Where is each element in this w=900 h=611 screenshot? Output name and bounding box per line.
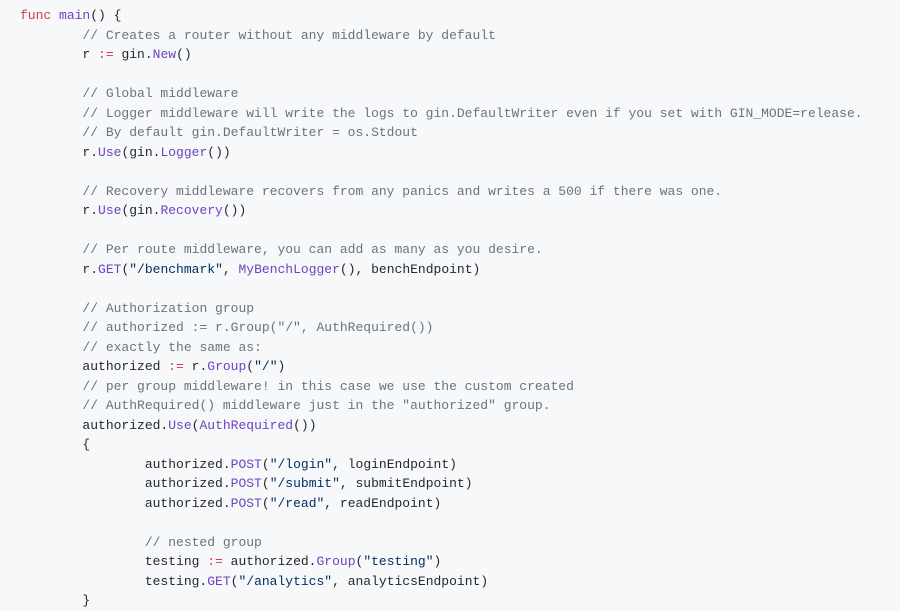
comment: // Authorization group	[82, 301, 254, 316]
code-text: , analyticsEndpoint)	[332, 574, 488, 589]
string: "/benchmark"	[129, 262, 223, 277]
code-text: ())	[207, 145, 230, 160]
comment: // By default gin.DefaultWriter = os.Std…	[82, 125, 417, 140]
fn-mybenchlogger: MyBenchLogger	[238, 262, 339, 277]
fn-logger: Logger	[160, 145, 207, 160]
comment: // per group middleware! in this case we…	[82, 379, 573, 394]
fn-use: Use	[98, 145, 121, 160]
fn-post: POST	[231, 496, 262, 511]
comment: // Logger middleware will write the logs…	[82, 106, 862, 121]
fn-use: Use	[98, 203, 121, 218]
code-text: )	[434, 554, 442, 569]
code-text: r.	[82, 262, 98, 277]
comment: // authorized := r.Group("/", AuthRequir…	[82, 320, 433, 335]
code-text: authorized.	[82, 418, 168, 433]
code-text: r.	[82, 203, 98, 218]
fn-group: Group	[207, 359, 246, 374]
code-text: )	[278, 359, 286, 374]
code-text: }	[82, 593, 90, 608]
code-text: ()	[176, 47, 192, 62]
code-text: ())	[293, 418, 316, 433]
string: "/read"	[270, 496, 325, 511]
fn-post: POST	[231, 457, 262, 472]
code-text: r.	[184, 359, 207, 374]
code-text: (gin.	[121, 203, 160, 218]
comment: // exactly the same as:	[82, 340, 261, 355]
code-text: (), benchEndpoint)	[340, 262, 480, 277]
comment: // nested group	[145, 535, 262, 550]
keyword-func: func	[20, 8, 51, 23]
string: "/login"	[270, 457, 332, 472]
comment: // Creates a router without any middlewa…	[82, 28, 495, 43]
string: "/"	[254, 359, 277, 374]
code-text: r	[82, 47, 98, 62]
fn-use: Use	[168, 418, 191, 433]
fn-post: POST	[231, 476, 262, 491]
operator: :=	[98, 47, 114, 62]
code-block: func main() { // Creates a router withou…	[20, 6, 880, 611]
code-text: authorized.	[223, 554, 317, 569]
code-text: gin.	[114, 47, 153, 62]
operator: :=	[168, 359, 184, 374]
fn-recovery: Recovery	[160, 203, 222, 218]
code-text: , loginEndpoint)	[332, 457, 457, 472]
code-text: , submitEndpoint)	[340, 476, 473, 491]
code-text: (	[262, 457, 270, 472]
code-text: () {	[90, 8, 121, 23]
code-text: authorized.	[145, 476, 231, 491]
code-text: ())	[223, 203, 246, 218]
code-text: authorized.	[145, 457, 231, 472]
code-text: ,	[223, 262, 239, 277]
string: "/submit"	[270, 476, 340, 491]
comment: // Per route middleware, you can add as …	[82, 242, 542, 257]
code-text: (	[262, 496, 270, 511]
comment: // AuthRequired() middleware just in the…	[82, 398, 550, 413]
code-text: testing	[145, 554, 207, 569]
fn-authrequired: AuthRequired	[199, 418, 293, 433]
fn-group: Group	[316, 554, 355, 569]
code-text: authorized.	[145, 496, 231, 511]
comment: // Global middleware	[82, 86, 238, 101]
operator: :=	[207, 554, 223, 569]
code-text: , readEndpoint)	[324, 496, 441, 511]
code-text: (	[262, 476, 270, 491]
code-text: r.	[82, 145, 98, 160]
string: "/analytics"	[238, 574, 332, 589]
fn-get: GET	[98, 262, 121, 277]
string: "testing"	[363, 554, 433, 569]
comment: // Recovery middleware recovers from any…	[82, 184, 722, 199]
code-text: testing.	[145, 574, 207, 589]
code-text: authorized	[82, 359, 168, 374]
code-text: (	[246, 359, 254, 374]
code-text: {	[82, 437, 90, 452]
fn-main: main	[59, 8, 90, 23]
fn-new: New	[153, 47, 176, 62]
code-text: (gin.	[121, 145, 160, 160]
fn-get: GET	[207, 574, 230, 589]
